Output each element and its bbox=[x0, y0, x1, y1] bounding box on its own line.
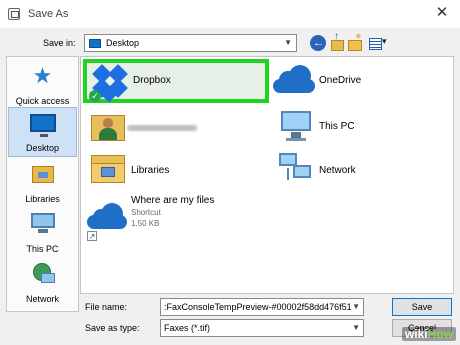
place-network[interactable]: Network bbox=[8, 257, 77, 307]
file-label: This PC bbox=[319, 121, 355, 132]
onedrive-shortcut-icon bbox=[87, 203, 127, 229]
user-folder-icon bbox=[91, 109, 125, 143]
file-label: Network bbox=[319, 165, 356, 176]
quick-access-star-icon: ★ bbox=[32, 63, 53, 88]
sync-check-icon: ✓ bbox=[89, 90, 101, 102]
place-this-pc[interactable]: This PC bbox=[8, 207, 77, 257]
save-button[interactable]: Save bbox=[392, 298, 452, 316]
place-label: Quick access bbox=[15, 96, 70, 106]
chevron-down-icon[interactable]: ▼ bbox=[352, 302, 360, 311]
save-in-label: Save in: bbox=[43, 38, 76, 48]
file-name-input[interactable] bbox=[161, 299, 351, 315]
redacted-user-name bbox=[127, 125, 197, 131]
file-item-network[interactable]: Network bbox=[277, 151, 427, 197]
file-item-user-folder[interactable] bbox=[91, 109, 261, 155]
chevron-down-icon: ▼ bbox=[352, 323, 360, 332]
up-folder-icon[interactable] bbox=[329, 31, 345, 51]
save-in-dropdown[interactable]: Desktop ▼ bbox=[84, 34, 297, 52]
onedrive-icon bbox=[273, 65, 315, 93]
save-as-type-dropdown[interactable]: Faxes (*.tif) ▼ bbox=[160, 319, 364, 337]
libraries-icon bbox=[31, 163, 54, 183]
window-title: Save As bbox=[28, 8, 69, 20]
place-quick-access[interactable]: ★ Quick access bbox=[8, 59, 77, 109]
file-item-this-pc[interactable]: This PC bbox=[277, 109, 427, 155]
file-item-libraries[interactable]: Libraries bbox=[91, 153, 261, 199]
desktop-icon bbox=[29, 114, 56, 137]
chevron-down-icon: ▼ bbox=[284, 38, 292, 47]
file-item-where-are-my-files[interactable]: ↗ Where are my files Shortcut 1.50 KB bbox=[87, 195, 287, 255]
file-label: Dropbox bbox=[133, 75, 171, 86]
place-desktop[interactable]: Desktop bbox=[8, 107, 77, 157]
save-as-type-label: Save as type: bbox=[85, 323, 140, 333]
watermark-wiki: wiki bbox=[404, 327, 428, 341]
file-list: ✓ Dropbox OneDrive This PC Libraries Net… bbox=[80, 56, 454, 294]
save-in-row: Save in: Desktop ▼ bbox=[0, 31, 460, 54]
wikihow-watermark: wikiHow bbox=[401, 327, 456, 341]
place-label: Libraries bbox=[25, 194, 60, 204]
view-menu-icon[interactable] bbox=[367, 35, 389, 51]
places-bar: ★ Quick access Desktop Libraries This PC… bbox=[6, 56, 79, 312]
file-label: Where are my files bbox=[131, 195, 215, 206]
file-label: OneDrive bbox=[319, 75, 362, 86]
network-icon bbox=[31, 263, 55, 285]
window-icon bbox=[8, 8, 20, 20]
place-label: Network bbox=[25, 294, 59, 304]
desktop-icon bbox=[89, 38, 101, 48]
new-folder-icon[interactable] bbox=[347, 32, 363, 51]
save-in-value: Desktop bbox=[106, 38, 140, 48]
place-label: Desktop bbox=[25, 143, 60, 153]
place-libraries[interactable]: Libraries bbox=[8, 157, 77, 207]
this-pc-icon bbox=[281, 111, 311, 141]
this-pc-icon bbox=[30, 213, 55, 233]
file-type: Shortcut bbox=[131, 208, 161, 217]
file-name-label: File name: bbox=[85, 302, 128, 312]
file-item-dropbox[interactable]: ✓ Dropbox bbox=[83, 59, 269, 103]
libraries-folder-icon bbox=[91, 155, 125, 183]
save-as-type-value: Faxes (*.tif) bbox=[164, 323, 211, 333]
file-label: Libraries bbox=[131, 165, 170, 176]
title-bar: Save As ✕ bbox=[0, 0, 460, 28]
file-size: 1.50 KB bbox=[131, 219, 160, 228]
close-icon[interactable]: ✕ bbox=[434, 5, 450, 21]
network-icon bbox=[279, 151, 313, 185]
shortcut-arrow-icon: ↗ bbox=[87, 231, 97, 241]
file-name-field[interactable]: ▼ bbox=[160, 298, 364, 316]
file-item-onedrive[interactable]: OneDrive bbox=[273, 63, 423, 109]
place-label: This PC bbox=[26, 244, 59, 254]
watermark-how: How bbox=[427, 327, 453, 341]
back-arrow-icon[interactable] bbox=[310, 35, 326, 51]
save-as-dialog: Save As ✕ Save in: Desktop ▼ ★ Quick acc… bbox=[0, 0, 460, 345]
